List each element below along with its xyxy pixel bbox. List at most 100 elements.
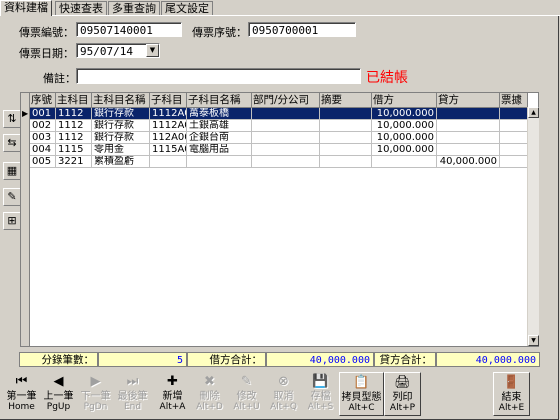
tab-quick-lookup[interactable]: 快速查表 <box>55 1 107 16</box>
cell-summary[interactable] <box>320 120 372 132</box>
cell-debit[interactable] <box>372 156 437 168</box>
scroll-up-button[interactable]: ▲ <box>528 107 539 118</box>
col-header-seq[interactable]: 序號 <box>30 93 56 108</box>
cell-credit[interactable] <box>437 144 500 156</box>
col-header-subaccount-name[interactable]: 子科目名稱 <box>187 93 252 108</box>
cell-subaccount[interactable]: 1115A00 <box>150 144 187 156</box>
cell-seq[interactable]: 005 <box>30 156 56 168</box>
cell-department[interactable] <box>252 156 320 168</box>
cell-note[interactable] <box>500 108 528 120</box>
cell-subaccount[interactable]: 112A002 <box>150 132 187 144</box>
col-header-summary[interactable]: 摘要 <box>320 93 372 108</box>
cancel-button[interactable]: ⊗ 取消 Alt+Q <box>265 372 302 416</box>
voucher-no-field[interactable]: 09507140001 <box>76 22 182 37</box>
cell-seq[interactable]: 002 <box>30 120 56 132</box>
cell-summary[interactable] <box>320 108 372 120</box>
cell-department[interactable] <box>252 132 320 144</box>
delete-button[interactable]: ✖ 刪除 Alt+D <box>191 372 228 416</box>
table-vertical-scrollbar[interactable]: ▲ ▼ <box>527 107 539 346</box>
note-field[interactable] <box>76 68 361 84</box>
col-header-department[interactable]: 部門/分公司 <box>252 93 320 108</box>
col-header-subaccount[interactable]: 子科目 <box>150 93 187 108</box>
cell-subaccount[interactable] <box>150 156 187 168</box>
cell-credit[interactable] <box>437 132 500 144</box>
cell-credit[interactable]: 40,000.000 <box>437 156 500 168</box>
calculator-icon[interactable]: ▦ <box>3 162 21 180</box>
cell-account[interactable]: 1112 <box>56 132 92 144</box>
col-header-credit[interactable]: 貸方 <box>437 93 500 108</box>
cell-subaccount-name[interactable]: 土銀高雄 <box>187 120 252 132</box>
prev-record-icon: ◀ <box>53 374 64 389</box>
toolbar-button-shortcut: Alt+P <box>389 403 416 413</box>
toolbar-button-label: 第一筆 <box>6 391 37 402</box>
cell-debit[interactable]: 10,000.000 <box>372 120 437 132</box>
cell-summary[interactable] <box>320 144 372 156</box>
cell-department[interactable] <box>252 108 320 120</box>
cell-subaccount-name[interactable]: 萬泰板橋 <box>187 108 252 120</box>
edit-button[interactable]: ✎ 修改 Alt+U <box>228 372 265 416</box>
cell-subaccount[interactable]: 1112A0( <box>150 120 187 132</box>
cell-subaccount-name[interactable]: 電腦用品 <box>187 144 252 156</box>
cell-subaccount[interactable]: 1112A0( <box>150 108 187 120</box>
cell-credit[interactable] <box>437 108 500 120</box>
copy-template-button[interactable]: 📋 拷貝型態 Alt+C <box>339 372 384 416</box>
col-header-debit[interactable]: 借方 <box>372 93 437 108</box>
cell-debit[interactable]: 10,000.000 <box>372 144 437 156</box>
print-button[interactable]: 🖨 列印 Alt+P <box>384 372 421 416</box>
cell-subaccount-name[interactable] <box>187 156 252 168</box>
toolbar-button-shortcut: End <box>123 402 142 412</box>
cell-seq[interactable]: 004 <box>30 144 56 156</box>
cell-account[interactable]: 3221 <box>56 156 92 168</box>
cell-seq[interactable]: 001 <box>30 108 56 120</box>
cell-department[interactable] <box>252 144 320 156</box>
voucher-seq-label: 傳票序號： <box>192 26 247 39</box>
cell-note[interactable] <box>500 132 528 144</box>
voucher-seq-field[interactable]: 0950700001 <box>248 22 356 37</box>
date-dropdown-button[interactable]: ▼ <box>146 44 159 57</box>
cell-seq[interactable]: 003 <box>30 132 56 144</box>
exit-button[interactable]: 🚪 結束 Alt+E <box>493 372 530 416</box>
col-header-account-name[interactable]: 主科目名稱 <box>92 93 150 108</box>
prev-record-button[interactable]: ◀ 上一筆 PgUp <box>40 372 77 416</box>
toolbar-button-label: 新增 <box>162 391 183 402</box>
cell-account-name[interactable]: 累積盈虧 <box>92 156 150 168</box>
cell-debit[interactable]: 10,000.000 <box>372 132 437 144</box>
cell-summary[interactable] <box>320 132 372 144</box>
tab-data-entry[interactable]: 資料建檔 <box>0 0 52 16</box>
cell-account[interactable]: 1115 <box>56 144 92 156</box>
chevron-down-icon: ▼ <box>149 46 156 54</box>
cell-credit[interactable] <box>437 120 500 132</box>
scroll-down-button[interactable]: ▼ <box>528 335 539 346</box>
tree-icon[interactable]: ⊞ <box>3 212 21 230</box>
cell-summary[interactable] <box>320 156 372 168</box>
save-button[interactable]: 💾 存檔 Alt+S <box>302 372 339 416</box>
cell-account-name[interactable]: 銀行存款 <box>92 120 150 132</box>
cell-account-name[interactable]: 零用金 <box>92 144 150 156</box>
toolbar-button-shortcut: Alt+D <box>196 402 223 412</box>
cell-account[interactable]: 1112 <box>56 108 92 120</box>
tab-multi-query[interactable]: 多重查詢 <box>108 1 160 16</box>
cell-account-name[interactable]: 銀行存款 <box>92 132 150 144</box>
cell-note[interactable] <box>500 144 528 156</box>
cell-account-name[interactable]: 銀行存款 <box>92 108 150 120</box>
cell-subaccount-name[interactable]: 企銀台南 <box>187 132 252 144</box>
add-button[interactable]: ✚ 新增 Alt+A <box>154 372 191 416</box>
note-label: 備註： <box>43 72 76 85</box>
cell-account[interactable]: 1112 <box>56 120 92 132</box>
cell-note[interactable] <box>500 120 528 132</box>
memo-icon[interactable]: ✎ <box>3 188 21 206</box>
cell-department[interactable] <box>252 120 320 132</box>
cell-debit[interactable]: 10,000.000 <box>372 108 437 120</box>
col-header-note[interactable]: 票據 <box>500 93 528 108</box>
row-insert-icon[interactable]: ⇆ <box>3 134 21 152</box>
record-nav-icon[interactable]: ⇅ <box>3 110 21 128</box>
action-toolbar: ⏮ 第一筆 Home ◀ 上一筆 PgUp ▶ 下一筆 PgDn ⏭ 最後筆 End ✚ 新增 Alt+A ✖… <box>0 372 560 420</box>
col-header-account[interactable]: 主科目 <box>56 93 92 108</box>
next-record-button[interactable]: ▶ 下一筆 PgDn <box>77 372 114 416</box>
first-record-button[interactable]: ⏮ 第一筆 Home <box>3 372 40 416</box>
tab-footer-settings[interactable]: 尾文設定 <box>161 1 213 16</box>
cell-note[interactable] <box>500 156 528 168</box>
toolbar-button-shortcut: Alt+S <box>307 402 334 412</box>
last-record-button[interactable]: ⏭ 最後筆 End <box>114 372 151 416</box>
first-record-icon: ⏮ <box>15 374 28 389</box>
